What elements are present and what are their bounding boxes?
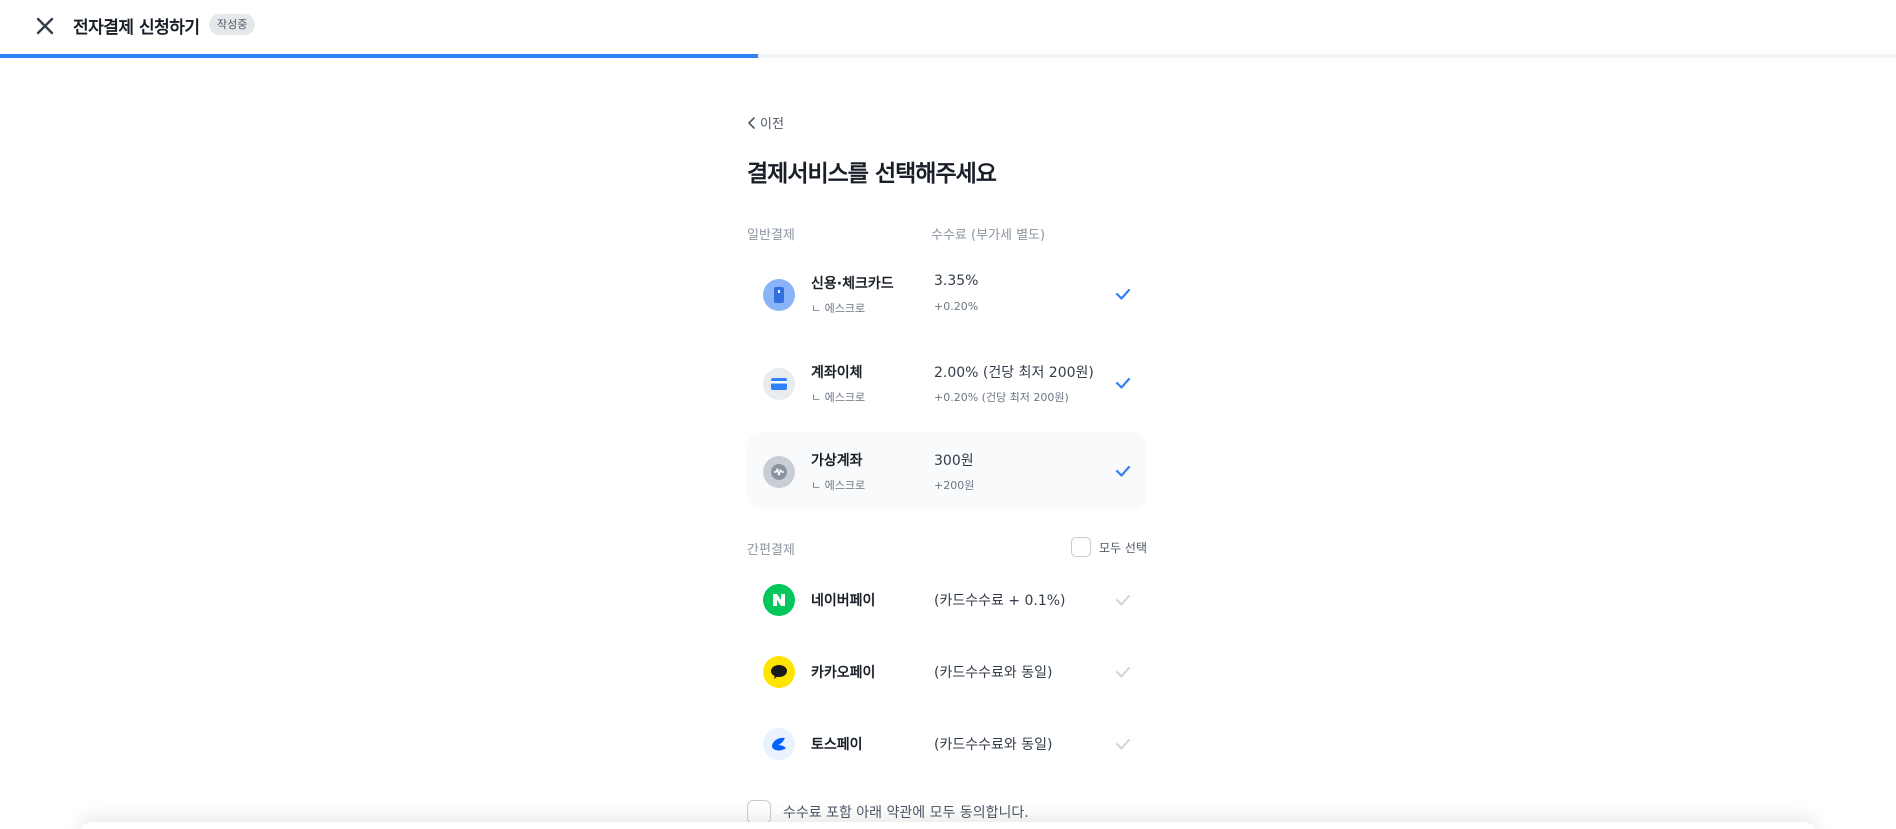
payment-row-kakao-pay[interactable]: 카카오페이 (카드수수료와 동일) — [747, 644, 1147, 700]
fee-header: 수수료 (부가세 별도) — [931, 228, 1046, 243]
back-label: 이전 — [760, 117, 784, 132]
fee-value: 3.35% — [934, 273, 979, 289]
top-bar: 전자결제 신청하기 작성중 — [0, 0, 1896, 58]
back-link[interactable]: 이전 — [747, 113, 784, 132]
check-icon[interactable] — [1113, 373, 1133, 393]
toss-pay-icon — [763, 728, 795, 760]
escrow-label: ㄴ 에스크로 — [811, 479, 866, 492]
fee-value: (카드수수료와 동일) — [934, 737, 1053, 753]
payment-name: 네이버페이 — [811, 593, 876, 609]
payment-name: 토스페이 — [811, 737, 863, 753]
agreement-label: 수수료 포함 아래 약관에 모두 동의합니다. — [783, 805, 1029, 821]
select-all-checkbox[interactable] — [1071, 537, 1092, 557]
virtual-account-icon — [763, 456, 795, 488]
progress-bar-fill — [0, 54, 759, 58]
payment-name: 계좌이체 — [811, 365, 863, 381]
bottom-sheet-edge — [80, 822, 1816, 829]
escrow-fee-value: +200원 — [934, 479, 975, 492]
escrow-label: ㄴ 에스크로 — [811, 302, 866, 315]
payment-row-transfer[interactable]: 계좌이체 ㄴ 에스크로 2.00% (건당 최저 200원) +0.20% (건… — [747, 344, 1147, 421]
select-all-toggle[interactable]: 모두 선택 — [1071, 537, 1147, 557]
general-section-label: 일반결제 — [747, 228, 795, 243]
progress-bar — [0, 54, 1896, 58]
payment-name: 가상계좌 — [811, 453, 863, 469]
credit-card-icon — [763, 279, 795, 311]
page-title: 결제서비스를 선택해주세요 — [747, 161, 997, 187]
fee-value: (카드수수료와 동일) — [934, 665, 1053, 681]
payment-row-virtual-account[interactable]: 가상계좌 ㄴ 에스크로 300원 +200원 — [747, 432, 1147, 509]
close-button[interactable] — [33, 14, 57, 38]
select-all-label: 모두 선택 — [1099, 540, 1147, 555]
chevron-left-icon — [748, 116, 755, 129]
agreement-checkbox[interactable] — [747, 800, 771, 824]
check-icon[interactable] — [1113, 284, 1133, 304]
bank-transfer-icon — [763, 368, 795, 400]
naver-pay-icon — [763, 584, 795, 616]
check-icon[interactable] — [1113, 590, 1133, 610]
escrow-fee-value: +0.20% (건당 최저 200원) — [934, 391, 1069, 404]
simple-section-label: 간편결제 — [747, 543, 795, 558]
payment-row-card[interactable]: 신용·체크카드 ㄴ 에스크로 3.35% +0.20% — [747, 255, 1147, 332]
check-icon[interactable] — [1113, 662, 1133, 682]
check-icon[interactable] — [1113, 734, 1133, 754]
escrow-fee-value: +0.20% — [934, 300, 979, 313]
payment-name: 카카오페이 — [811, 665, 876, 681]
fee-value: (카드수수료 + 0.1%) — [934, 593, 1066, 609]
check-icon[interactable] — [1113, 461, 1133, 481]
agreement-toggle[interactable]: 수수료 포함 아래 약관에 모두 동의합니다. — [747, 800, 1029, 824]
kakao-pay-icon — [763, 656, 795, 688]
close-icon — [36, 17, 54, 35]
payment-row-toss-pay[interactable]: 토스페이 (카드수수료와 동일) — [747, 716, 1147, 772]
app-title: 전자결제 신청하기 — [73, 18, 200, 38]
escrow-label: ㄴ 에스크로 — [811, 391, 866, 404]
fee-value: 2.00% (건당 최저 200원) — [934, 365, 1094, 381]
fee-value: 300원 — [934, 453, 974, 469]
payment-row-naver-pay[interactable]: 네이버페이 (카드수수료 + 0.1%) — [747, 572, 1147, 628]
status-badge: 작성중 — [209, 14, 256, 35]
payment-name: 신용·체크카드 — [811, 276, 894, 292]
